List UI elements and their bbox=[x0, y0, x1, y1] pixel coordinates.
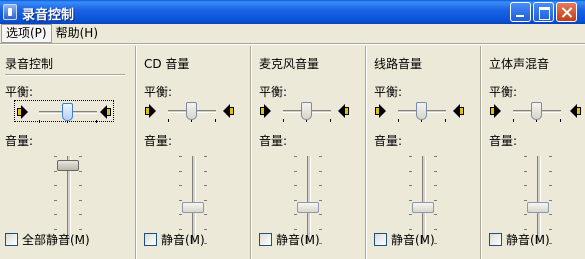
mute-label: 全部静音(M) bbox=[22, 232, 90, 247]
checkbox-box[interactable] bbox=[144, 232, 157, 246]
title-bar[interactable]: 录音控制 bbox=[0, 0, 585, 24]
right-speaker-icon bbox=[337, 103, 349, 119]
column-title-rule bbox=[5, 74, 125, 76]
volume-thumb[interactable] bbox=[527, 202, 549, 213]
column-title: 立体声混音 bbox=[489, 57, 550, 71]
column-stereo-mix: 立体声混音 平衡: 音量: 静音(M) bbox=[483, 46, 585, 259]
volume-label: 音量: bbox=[374, 134, 403, 148]
maximize-button[interactable] bbox=[533, 2, 554, 22]
mute-checkbox[interactable]: 静音(M) bbox=[144, 232, 205, 247]
minimize-button[interactable] bbox=[510, 2, 531, 22]
right-speaker-icon bbox=[452, 103, 464, 119]
checkbox-box[interactable] bbox=[374, 232, 387, 246]
volume-label: 音量: bbox=[489, 134, 518, 148]
column-title: 线路音量 bbox=[374, 57, 423, 71]
mute-checkbox[interactable]: 静音(M) bbox=[374, 232, 435, 247]
balance-label: 平衡: bbox=[5, 85, 34, 99]
column-title: CD 音量 bbox=[144, 57, 190, 71]
mute-label: 静音(M) bbox=[506, 232, 550, 247]
volume-thumb[interactable] bbox=[57, 160, 79, 171]
column-divider bbox=[250, 46, 252, 259]
balance-label: 平衡: bbox=[489, 85, 518, 99]
volume-label: 音量: bbox=[259, 134, 288, 148]
balance-thumb[interactable] bbox=[301, 102, 312, 120]
right-speaker-icon bbox=[569, 103, 581, 119]
column-divider bbox=[480, 46, 482, 259]
mute-label: 静音(M) bbox=[276, 232, 320, 247]
column-cd-volume: CD 音量 平衡: 音量: 静音(M) bbox=[138, 46, 250, 259]
balance-thumb[interactable] bbox=[186, 102, 197, 120]
right-speaker-icon bbox=[99, 104, 111, 120]
volume-label: 音量: bbox=[5, 134, 34, 148]
close-button[interactable] bbox=[556, 2, 577, 22]
right-speaker-icon bbox=[222, 103, 234, 119]
volume-label: 音量: bbox=[144, 134, 173, 148]
left-speaker-icon bbox=[17, 104, 29, 120]
balance-label: 平衡: bbox=[144, 85, 173, 99]
menu-help[interactable]: 帮助(H) bbox=[52, 24, 102, 43]
balance-slider[interactable] bbox=[489, 100, 585, 122]
mute-label: 静音(M) bbox=[391, 232, 435, 247]
mute-checkbox[interactable]: 静音(M) bbox=[489, 232, 550, 247]
checkbox-box[interactable] bbox=[5, 232, 18, 246]
balance-slider[interactable] bbox=[144, 100, 246, 122]
balance-slider[interactable] bbox=[374, 100, 476, 122]
volume-thumb[interactable] bbox=[182, 202, 204, 213]
app-icon[interactable] bbox=[3, 4, 17, 20]
balance-slider[interactable] bbox=[259, 100, 361, 122]
balance-thumb[interactable] bbox=[62, 103, 73, 121]
column-divider bbox=[135, 46, 137, 259]
checkbox-box[interactable] bbox=[489, 232, 502, 246]
column-line-volume: 线路音量 平衡: 音量: 静音(M) bbox=[368, 46, 480, 259]
column-title: 录音控制 bbox=[5, 57, 54, 71]
column-title: 麦克风音量 bbox=[259, 57, 320, 71]
menu-bar: 选项(P) 帮助(H) bbox=[0, 24, 585, 43]
balance-slider[interactable] bbox=[14, 100, 114, 123]
left-speaker-icon bbox=[145, 103, 157, 119]
column-divider bbox=[365, 46, 367, 259]
left-speaker-icon bbox=[375, 103, 387, 119]
left-speaker-icon bbox=[490, 103, 502, 119]
balance-thumb[interactable] bbox=[416, 102, 427, 120]
checkbox-box[interactable] bbox=[259, 232, 272, 246]
window-title: 录音控制 bbox=[22, 8, 75, 23]
mute-all-checkbox[interactable]: 全部静音(M) bbox=[5, 232, 90, 247]
balance-label: 平衡: bbox=[374, 85, 403, 99]
column-recording-control: 录音控制 平衡: 音量: 全部静音(M) bbox=[0, 46, 135, 259]
mute-checkbox[interactable]: 静音(M) bbox=[259, 232, 320, 247]
mute-label: 静音(M) bbox=[161, 232, 205, 247]
balance-thumb[interactable] bbox=[531, 102, 542, 120]
column-mic-volume: 麦克风音量 平衡: 音量: 静音(M) bbox=[253, 46, 365, 259]
menu-options[interactable]: 选项(P) bbox=[1, 24, 52, 43]
volume-thumb[interactable] bbox=[297, 202, 319, 213]
volume-thumb[interactable] bbox=[412, 202, 434, 213]
menu-separator bbox=[0, 43, 585, 45]
left-speaker-icon bbox=[260, 103, 272, 119]
balance-label: 平衡: bbox=[259, 85, 288, 99]
